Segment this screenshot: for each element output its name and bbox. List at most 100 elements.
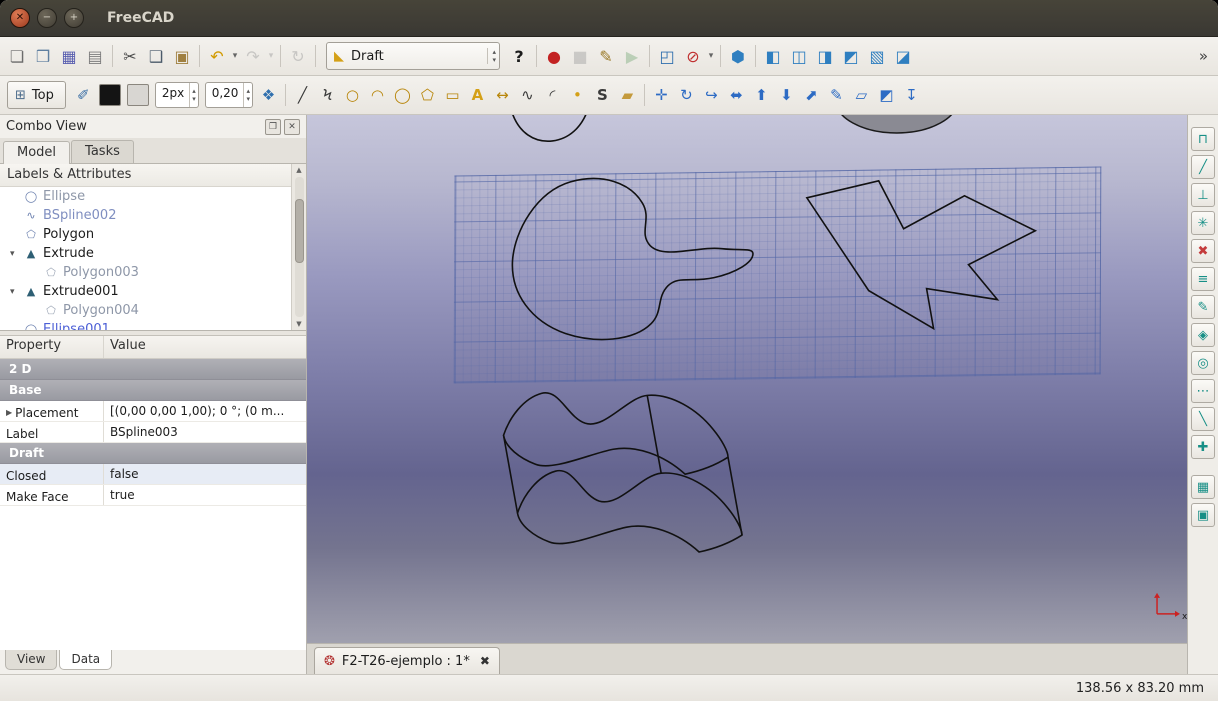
downgrade-icon[interactable]: ⬇ <box>774 83 799 108</box>
view-rear-icon[interactable]: ◩ <box>838 43 864 69</box>
tree-item-extrude[interactable]: ▾▲Extrude <box>0 244 291 263</box>
macro-edit-icon[interactable]: ✎ <box>593 43 619 69</box>
document-tab[interactable]: ❂ F2-T26-ejemplo : 1* ✖ <box>314 647 500 674</box>
text-icon[interactable]: A <box>465 83 490 108</box>
tree-item-polygon[interactable]: ⬠Polygon <box>0 225 291 244</box>
construction-mode-icon[interactable]: ✐ <box>71 83 96 108</box>
move-icon[interactable]: ✛ <box>649 83 674 108</box>
working-plane-button[interactable]: ⊞ Top <box>7 81 66 109</box>
spin-down-icon[interactable]: ▾ <box>246 95 250 103</box>
window-close-button[interactable]: ✕ <box>10 8 30 28</box>
shape2dview-icon[interactable]: ▱ <box>849 83 874 108</box>
linewidth-value[interactable]: 2px <box>156 83 189 107</box>
property-value[interactable]: false <box>104 464 306 484</box>
window-minimize-button[interactable]: − <box>37 8 57 28</box>
expander-icon[interactable]: ▾ <box>10 249 23 259</box>
new-document-icon[interactable]: ❏ <box>4 43 30 69</box>
line-icon[interactable]: ╱ <box>290 83 315 108</box>
view-top-icon[interactable]: ◫ <box>786 43 812 69</box>
document-close-icon[interactable]: ✖ <box>480 654 490 668</box>
snap-center-icon[interactable]: ✳ <box>1191 211 1215 235</box>
tree-item-bspline002[interactable]: ∿BSpline002 <box>0 206 291 225</box>
workbench-selector-spinner[interactable]: ▴ ▾ <box>487 48 496 64</box>
macro-record-icon[interactable]: ● <box>541 43 567 69</box>
box-selection-icon[interactable]: ◰ <box>654 43 680 69</box>
print-icon[interactable]: ▤ <box>82 43 108 69</box>
whats-this-icon[interactable]: ? <box>506 43 532 69</box>
rectangle-icon[interactable]: ▭ <box>440 83 465 108</box>
line-color-swatch[interactable] <box>99 84 121 106</box>
scroll-up-icon[interactable]: ▲ <box>296 164 301 176</box>
scale-value[interactable]: 0,20 <box>206 83 244 107</box>
linewidth-spinbox[interactable]: 2px ▴ ▾ <box>155 82 199 108</box>
expander-icon[interactable]: ▾ <box>10 287 23 297</box>
polygon-zigzag-shape[interactable] <box>807 181 1035 329</box>
subelement-icon[interactable]: ◩ <box>874 83 899 108</box>
view-bottom-icon[interactable]: ▧ <box>864 43 890 69</box>
scrollbar-thumb[interactable] <box>295 199 304 263</box>
snap-special-icon[interactable]: ◈ <box>1191 323 1215 347</box>
tab-model[interactable]: Model <box>3 141 70 164</box>
view-front-icon[interactable]: ◧ <box>760 43 786 69</box>
spin-up-icon[interactable]: ▴ <box>246 87 250 95</box>
snap-dimensions-icon[interactable]: ⋯ <box>1191 379 1215 403</box>
spin-down-icon[interactable]: ▾ <box>492 56 496 64</box>
linewidth-spinner[interactable]: ▴ ▾ <box>189 83 198 107</box>
spin-down-icon[interactable]: ▾ <box>192 95 196 103</box>
copy-icon[interactable]: ❑ <box>143 43 169 69</box>
property-row-label[interactable]: LabelBSpline003 <box>0 422 306 443</box>
snap-lock-icon[interactable]: ⊓ <box>1191 127 1215 151</box>
arc-icon[interactable]: ◠ <box>365 83 390 108</box>
dimension-icon[interactable]: ↔ <box>490 83 515 108</box>
tree-scrollbar[interactable]: ▲ ▼ <box>291 164 306 330</box>
open-document-icon[interactable]: ❒ <box>30 43 56 69</box>
tab-view[interactable]: View <box>5 650 57 670</box>
property-row-make-face[interactable]: Make Facetrue <box>0 485 306 506</box>
view-right-icon[interactable]: ◨ <box>812 43 838 69</box>
clipped-curve-shape[interactable] <box>512 115 588 141</box>
clipped-ellipse-shape[interactable] <box>835 115 959 133</box>
snap-near-icon[interactable]: ✎ <box>1191 295 1215 319</box>
polyline-icon[interactable]: Ϟ <box>315 83 340 108</box>
scale-spinner[interactable]: ▴ ▾ <box>243 83 252 107</box>
edit-icon[interactable]: ✎ <box>824 83 849 108</box>
property-row-placement[interactable]: ▶Placement[(0,00 0,00 1,00); 0 °; (0 m..… <box>0 401 306 422</box>
trimex-icon[interactable]: ⬌ <box>724 83 749 108</box>
panel-close-icon[interactable]: ✕ <box>284 119 300 135</box>
view-isometric-icon[interactable]: ⬢ <box>725 43 751 69</box>
apply-style-icon[interactable]: ❖ <box>256 83 281 108</box>
spin-up-icon[interactable]: ▴ <box>492 48 496 56</box>
expand-property-icon[interactable]: ▶ <box>6 408 12 417</box>
undo-icon[interactable]: ↶ <box>204 43 230 69</box>
scale-spinbox[interactable]: 0,20 ▴ ▾ <box>205 82 253 108</box>
extruded-bspline-shape[interactable] <box>504 393 742 552</box>
offset-icon[interactable]: ↪ <box>699 83 724 108</box>
snap-working-plane-icon[interactable]: ▦ <box>1191 475 1215 499</box>
panel-float-icon[interactable]: ❐ <box>265 119 281 135</box>
snap-grid-icon[interactable]: ▣ <box>1191 503 1215 527</box>
tree-item-ellipse001[interactable]: ◯Ellipse001 <box>0 320 291 330</box>
snap-angle-icon[interactable]: ✖ <box>1191 239 1215 263</box>
shapestring-icon[interactable]: S <box>590 83 615 108</box>
property-value[interactable]: [(0,00 0,00 1,00); 0 °; (0 m... <box>104 401 306 421</box>
snap-intersection-icon[interactable]: ✚ <box>1191 435 1215 459</box>
paste-icon[interactable]: ▣ <box>169 43 195 69</box>
cut-icon[interactable]: ✂ <box>117 43 143 69</box>
rotate-icon[interactable]: ↻ <box>674 83 699 108</box>
window-maximize-button[interactable]: + <box>64 8 84 28</box>
ellipse-icon[interactable]: ◯ <box>390 83 415 108</box>
tree-item-polygon003[interactable]: ⬠Polygon003 <box>0 263 291 282</box>
bspline-blob-shape[interactable] <box>512 179 753 340</box>
point-icon[interactable]: • <box>565 83 590 108</box>
property-value[interactable]: BSpline003 <box>104 422 306 442</box>
spin-up-icon[interactable]: ▴ <box>192 87 196 95</box>
tab-data[interactable]: Data <box>59 650 112 670</box>
tab-tasks[interactable]: Tasks <box>71 140 134 163</box>
move-to-group-icon[interactable]: ↧ <box>899 83 924 108</box>
3d-viewport[interactable]: x <box>307 115 1187 643</box>
workbench-selector[interactable]: ◣ Draft ▴ ▾ <box>326 42 500 70</box>
facebinder-icon[interactable]: ▰ <box>615 83 640 108</box>
toolbar-overflow-chevron[interactable]: » <box>1193 47 1214 65</box>
clear-selection-icon[interactable]: ⊘ <box>680 43 706 69</box>
scroll-down-icon[interactable]: ▼ <box>296 318 301 330</box>
